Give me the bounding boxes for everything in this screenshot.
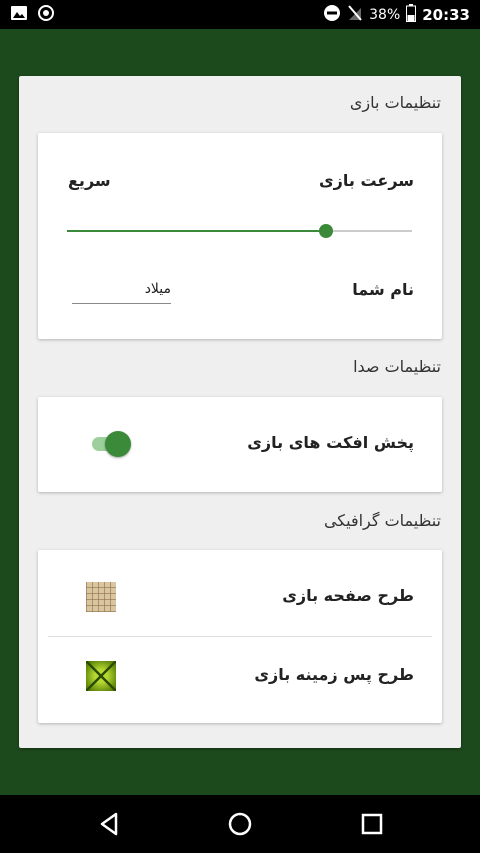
speed-slider-fill	[67, 230, 326, 232]
status-bar: 38% 20:33	[0, 0, 480, 29]
clock: 20:33	[422, 5, 470, 24]
navigation-bar	[0, 795, 480, 853]
background-design-row[interactable]: طرح پس زمینه بازی	[38, 637, 442, 723]
board-design-label: طرح صفحه بازی	[282, 586, 414, 605]
dnd-icon	[323, 4, 341, 26]
name-label: نام شما	[352, 280, 414, 299]
name-input[interactable]	[72, 278, 171, 304]
graphics-settings-card: طرح صفحه بازی طرح پس زمینه بازی	[38, 550, 442, 723]
sound-settings-title: تنظیمات صدا	[353, 357, 441, 376]
speed-value-label: سریع	[68, 171, 111, 190]
game-settings-card: سرعت بازی سریع نام شما	[38, 133, 442, 339]
background-design-label: طرح پس زمینه بازی	[254, 665, 414, 684]
back-icon[interactable]	[94, 809, 124, 839]
no-signal-icon	[347, 4, 363, 26]
speed-slider-thumb[interactable]	[318, 224, 333, 238]
battery-icon	[406, 3, 417, 26]
effects-toggle[interactable]	[90, 430, 132, 458]
graphics-settings-title: تنظیمات گرافیکی	[323, 511, 441, 530]
effects-label: پخش افکت های بازی	[247, 433, 414, 452]
image-icon	[10, 5, 28, 25]
home-icon[interactable]	[225, 809, 255, 839]
speed-label: سرعت بازی	[318, 171, 414, 190]
board-design-row[interactable]: طرح صفحه بازی	[38, 550, 442, 636]
background-design-thumbnail	[86, 661, 116, 691]
speed-slider[interactable]	[67, 224, 412, 238]
settings-panel: تنظیمات بازی سرعت بازی سریع نام شما تنظی…	[19, 76, 461, 748]
battery-level: 38%	[369, 6, 401, 23]
recents-icon[interactable]	[357, 809, 387, 839]
sound-settings-card: پخش افکت های بازی	[38, 397, 442, 492]
effects-toggle-thumb	[105, 431, 131, 457]
board-design-thumbnail	[86, 582, 116, 612]
record-icon	[38, 4, 54, 25]
game-settings-title: تنظیمات بازی	[349, 93, 441, 112]
